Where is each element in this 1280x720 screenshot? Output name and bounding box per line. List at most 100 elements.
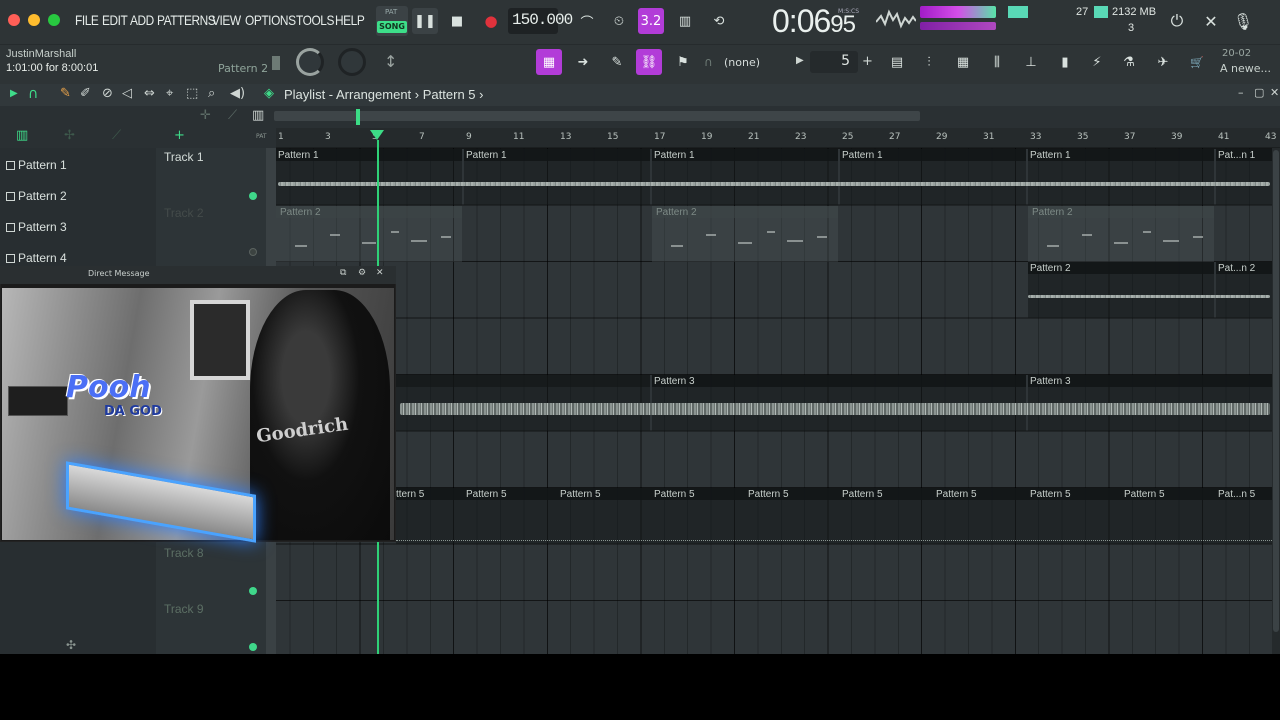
countdown-icon[interactable]: 3.2 bbox=[638, 8, 664, 34]
audio-clip-icon[interactable]: ⟋ bbox=[112, 128, 121, 143]
add-track-icon[interactable]: + bbox=[174, 128, 185, 143]
zoom-tool-icon[interactable]: ⌕ bbox=[208, 86, 215, 101]
mute-tool-icon[interactable]: ◁ bbox=[122, 86, 132, 101]
snap-mode-label[interactable]: (none) bbox=[724, 56, 760, 69]
picker-item-pattern-2[interactable]: Pattern 2 bbox=[6, 189, 67, 203]
select-tool-icon[interactable]: ⬚ bbox=[186, 86, 198, 101]
stamp-icon[interactable]: ⚑ bbox=[670, 49, 696, 75]
magnet-icon[interactable]: ∩ bbox=[28, 86, 38, 102]
pat-song-toggle[interactable]: PAT SONG bbox=[376, 6, 408, 36]
channel-rack-icon[interactable]: ⫶ bbox=[916, 49, 942, 75]
clip-label: Pattern 2 bbox=[280, 207, 321, 218]
microphone-icon[interactable]: 🎙 bbox=[1230, 8, 1256, 34]
clip-label: Pattern 1 bbox=[654, 150, 695, 161]
master-volume-knob[interactable] bbox=[296, 48, 324, 76]
menu-options[interactable]: OPTIONS bbox=[245, 12, 296, 28]
step-edit-icon[interactable]: ▥ bbox=[672, 8, 698, 34]
play-small-icon[interactable]: ▶ bbox=[796, 55, 804, 66]
draw-small-icon[interactable]: ⟋ bbox=[228, 108, 237, 123]
speaker-tool-icon[interactable]: ◀) bbox=[230, 86, 245, 101]
menu-add[interactable]: ADD bbox=[130, 12, 154, 28]
picker-label: Pattern 1 bbox=[18, 158, 67, 172]
pitch-icon[interactable]: ↕ bbox=[384, 52, 397, 71]
step-sequencer-icon[interactable]: ▦ bbox=[950, 49, 976, 75]
close-icon[interactable]: ✕ bbox=[1270, 86, 1279, 99]
metronome-icon[interactable]: ⌒ bbox=[574, 8, 600, 34]
piano-icon[interactable]: ▥ bbox=[252, 108, 264, 123]
track-9-mute-led[interactable] bbox=[249, 643, 257, 651]
track-name-1[interactable]: Track 1 bbox=[164, 150, 204, 164]
plus-icon[interactable]: + bbox=[862, 54, 873, 69]
track-name-8[interactable]: Track 8 bbox=[164, 546, 204, 560]
picker-item-pattern-4[interactable]: Pattern 4 bbox=[6, 251, 67, 265]
link-icon[interactable]: ⛓ bbox=[636, 49, 662, 75]
pencil-tool-icon[interactable]: ✎ bbox=[60, 86, 71, 101]
magnet-snap-icon[interactable]: ∩ bbox=[704, 55, 713, 69]
clip-label: Pattern 5 bbox=[466, 489, 507, 500]
menu-tools[interactable]: TOOLS bbox=[296, 12, 334, 28]
minimize-icon[interactable]: – bbox=[1238, 86, 1244, 99]
arrow-tool-icon[interactable]: ➜ bbox=[570, 49, 596, 75]
menu-help[interactable]: HELP bbox=[335, 12, 365, 28]
webcam-close-icon[interactable]: ✕ bbox=[376, 268, 384, 278]
maximize-icon[interactable]: ▢ bbox=[1254, 86, 1264, 99]
menu-file[interactable]: FILE bbox=[75, 12, 99, 28]
pattern-lock-icon[interactable] bbox=[272, 56, 280, 70]
slice-tool-icon[interactable]: ⌖ bbox=[166, 86, 173, 101]
master-pitch-knob[interactable] bbox=[338, 48, 366, 76]
wizard-icon[interactable]: ⚗ bbox=[1116, 49, 1142, 75]
file-icon[interactable]: ▮ bbox=[1052, 49, 1078, 75]
menu-edit[interactable]: EDIT bbox=[102, 12, 128, 28]
track-name-9[interactable]: Track 9 bbox=[164, 602, 204, 616]
menu-view[interactable]: VIEW bbox=[212, 12, 241, 28]
picker-item-pattern-1[interactable]: Pattern 1 bbox=[6, 158, 67, 172]
automation-icon[interactable]: ✢ bbox=[64, 128, 75, 143]
picker-item-pattern-3[interactable]: Pattern 3 bbox=[6, 220, 67, 234]
news-title[interactable]: A newe... bbox=[1220, 62, 1271, 75]
wait-input-icon[interactable]: ⏲ bbox=[606, 8, 632, 34]
power-icon[interactable]: ⏻ bbox=[1164, 8, 1190, 34]
vertical-scrollbar-thumb[interactable] bbox=[1273, 150, 1279, 632]
piano-roll-icon[interactable]: ▦ bbox=[536, 49, 562, 75]
browser-tree-icon[interactable]: ⊥ bbox=[1018, 49, 1044, 75]
draw-tool-icon[interactable]: ✎ bbox=[604, 49, 630, 75]
tempo-display[interactable]: 150.000 bbox=[508, 8, 573, 34]
slip-tool-icon[interactable]: ⇔ bbox=[144, 86, 155, 101]
mixer-icon[interactable]: ⫼ bbox=[984, 49, 1010, 75]
delete-tool-icon[interactable]: ⊘ bbox=[102, 86, 113, 101]
popout-icon[interactable]: ⧉ bbox=[340, 268, 346, 278]
track-1-mute-led[interactable] bbox=[249, 192, 257, 200]
track-name-2[interactable]: Track 2 bbox=[164, 206, 204, 220]
pause-icon[interactable]: ❚❚ bbox=[412, 8, 438, 34]
timeline-ruler[interactable]: 1 3 5 7 9 11 13 15 17 19 21 23 25 27 29 31 33 35 37 39 41 43 bbox=[276, 128, 1280, 148]
clip-label: Pattern 1 bbox=[842, 150, 883, 161]
current-pattern[interactable]: Pattern 5 bbox=[423, 87, 476, 102]
pattern-icon bbox=[6, 161, 15, 170]
playlist-window-icon[interactable]: ▤ bbox=[884, 49, 910, 75]
close-window-button[interactable] bbox=[8, 14, 20, 26]
move-icon[interactable]: ✛ bbox=[200, 108, 211, 123]
rocket-icon[interactable]: ✈ bbox=[1150, 49, 1176, 75]
track-8-mute-led[interactable] bbox=[249, 587, 257, 595]
snap-value[interactable]: 5 bbox=[810, 51, 858, 73]
paint-tool-icon[interactable]: ✐ bbox=[80, 86, 91, 101]
piano-roll-small-icon[interactable]: ▥ bbox=[16, 128, 28, 143]
horizontal-scrollbar[interactable] bbox=[274, 111, 920, 121]
note-preview bbox=[654, 220, 836, 258]
pattern-selector[interactable]: Pattern 2 bbox=[218, 62, 268, 75]
minimize-window-button[interactable] bbox=[28, 14, 40, 26]
settings-icon[interactable]: ⚙ bbox=[358, 268, 366, 278]
close-project-icon[interactable]: ✕ bbox=[1198, 8, 1224, 34]
clip-label: Pattern 5 bbox=[1124, 489, 1165, 500]
loop-record-icon[interactable]: ⟲ bbox=[706, 8, 732, 34]
playhead-marker-icon[interactable] bbox=[370, 130, 384, 140]
clip-label: Pattern 2 bbox=[1032, 207, 1073, 218]
track-2-mute-led[interactable] bbox=[249, 248, 257, 256]
plugin-icon[interactable]: ⚡ bbox=[1084, 49, 1110, 75]
stop-icon[interactable]: ■ bbox=[444, 8, 470, 34]
playlist-menu-arrow-icon[interactable]: ▶ bbox=[10, 88, 18, 99]
record-icon[interactable]: ● bbox=[478, 8, 504, 34]
menu-patterns[interactable]: PATTERNS bbox=[157, 12, 216, 28]
maximize-window-button[interactable] bbox=[48, 14, 60, 26]
shop-cart-icon[interactable]: 🛒 bbox=[1184, 49, 1210, 75]
